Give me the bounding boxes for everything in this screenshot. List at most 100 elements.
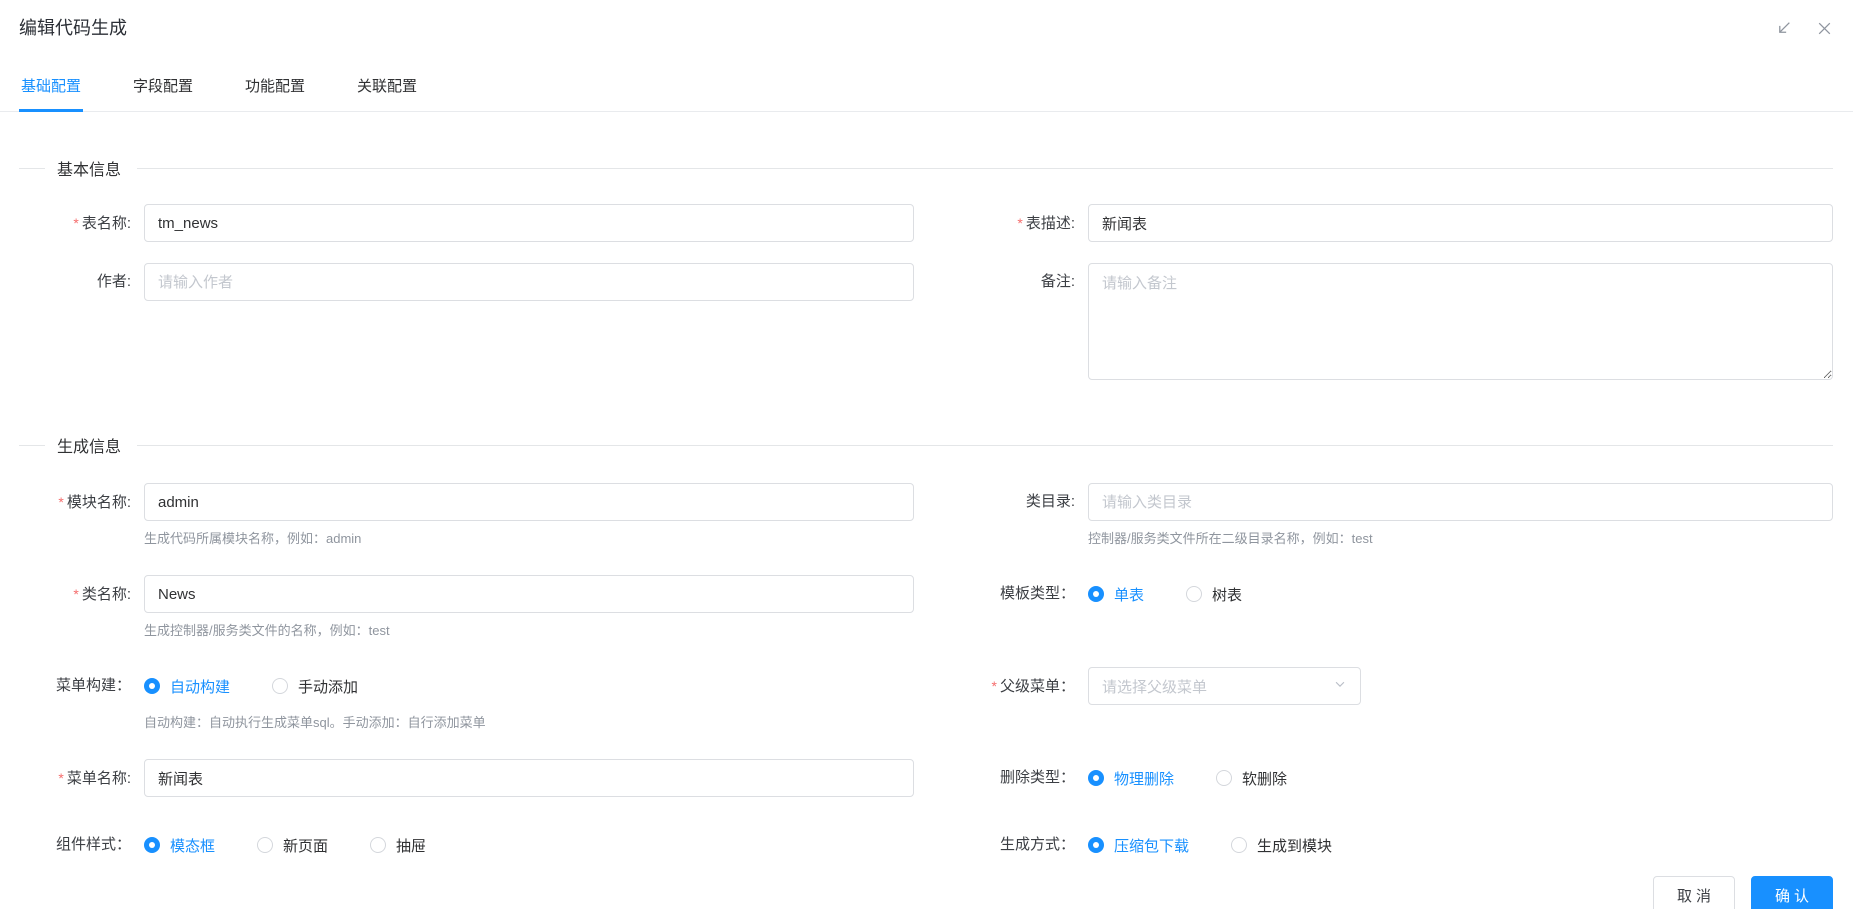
radio-dot-icon [272,678,289,694]
required-asterisk: * [1017,215,1023,231]
class-name-input[interactable] [144,575,914,613]
class-dir-label: 类目录: [1025,493,1075,510]
generate-mode-radio-group: 压缩包下载 生成到模块 [1088,826,1833,864]
field-component-style: 组件样式： 模态框 新页面 抽屉 [19,826,914,864]
field-table-name: * 表名称: [19,204,914,243]
remark-label: 备注: [1040,273,1075,290]
menu-name-label: * 菜单名称: [58,770,131,787]
close-button[interactable] [1816,20,1833,37]
delete-type-label: 删除类型： [999,769,1075,786]
menu-name-input[interactable] [144,759,914,797]
table-name-input[interactable] [144,204,914,242]
parent-menu-select[interactable]: 请选择父级菜单 [1088,667,1361,705]
field-class-name: *类名称: 生成控制器/服务类文件的名称，例如：test [19,575,914,639]
radio-dot-icon [1231,837,1248,853]
radio-generate-zip-download[interactable]: 压缩包下载 [1088,835,1189,856]
required-asterisk: * [991,678,997,694]
radio-menu-build-auto[interactable]: 自动构建 [144,676,230,697]
required-asterisk: * [58,494,64,510]
radio-generate-to-module[interactable]: 生成到模块 [1231,835,1332,856]
generate-info-grid: *模块名称: 生成代码所属模块名称，例如：admin 类目录: 控制器/服务类文… [19,483,1833,864]
tab-relation-config[interactable]: 关联配置 [355,62,419,111]
component-style-radio-group: 模态框 新页面 抽屉 [144,826,914,864]
generate-mode-label: 生成方式： [999,836,1075,853]
required-asterisk: * [58,770,64,786]
class-name-help: 生成控制器/服务类文件的名称，例如：test [144,623,390,638]
divider-line [137,167,1833,169]
section-title-basic-info: 基本信息 [57,162,122,179]
section-divider-generate-info: 生成信息 [19,433,1833,457]
field-delete-type: 删除类型： 物理删除 软删除 [938,759,1833,798]
author-input[interactable] [144,263,914,301]
section-divider-basic-info: 基本信息 [19,156,1833,180]
menu-build-radio-group: 自动构建 手动添加 [144,667,914,705]
menu-build-label: 菜单构建： [55,677,131,694]
field-remark: 备注: [938,263,1833,385]
radio-dot-icon [144,678,160,694]
template-type-label: 模板类型： [999,585,1075,602]
class-dir-help: 控制器/服务类文件所在二级目录名称，例如：test [1088,531,1373,546]
dialog-header-actions [1775,20,1833,37]
radio-dot-icon [144,837,160,853]
dialog-title: 编辑代码生成 [19,18,127,38]
module-name-help: 生成代码所属模块名称，例如：admin [144,531,362,546]
radio-menu-build-manual[interactable]: 手动添加 [272,676,358,697]
radio-dot-icon [257,837,274,853]
dialog-footer: 取消 确认 [0,864,1853,909]
radio-template-tree-table[interactable]: 树表 [1186,584,1242,605]
radio-delete-physical[interactable]: 物理删除 [1088,768,1174,789]
section-title-generate-info: 生成信息 [57,439,122,456]
radio-component-drawer[interactable]: 抽屉 [370,835,426,856]
divider-dash [19,444,45,446]
radio-dot-icon [1216,770,1233,786]
radio-component-modal[interactable]: 模态框 [144,835,215,856]
tab-basic-config[interactable]: 基础配置 [19,62,84,112]
required-asterisk: * [73,586,79,602]
tab-function-config[interactable]: 功能配置 [243,62,307,111]
field-class-dir: 类目录: 控制器/服务类文件所在二级目录名称，例如：test [938,483,1833,547]
field-menu-build: 菜单构建： 自动构建 手动添加 自动构建：自动执行生成菜单sql。手动添加：自行… [19,667,914,731]
required-asterisk: * [73,215,79,231]
remark-textarea[interactable] [1088,263,1833,380]
dialog-body: 基本信息 *表名称: *表描述: 作者: [0,156,1853,864]
field-table-desc: * 表描述: [938,204,1833,243]
field-generate-mode: 生成方式： 压缩包下载 生成到模块 [938,826,1833,864]
confirm-button[interactable]: 确认 [1750,876,1833,909]
module-name-label: * 模块名称: [58,494,131,511]
divider-line [137,444,1833,446]
class-dir-input[interactable] [1088,483,1833,521]
tab-field-config[interactable]: 字段配置 [131,62,195,111]
parent-menu-label: * 父级菜单： [991,678,1075,695]
module-name-input[interactable] [144,483,914,521]
radio-dot-icon [1186,586,1203,602]
chevron-down-icon [1333,677,1347,696]
template-type-radio-group: 单表 树表 [1088,575,1833,613]
field-module-name: *模块名称: 生成代码所属模块名称，例如：admin [19,483,914,547]
menu-build-help: 自动构建：自动执行生成菜单sql。手动添加：自行添加菜单 [144,715,486,730]
parent-menu-placeholder: 请选择父级菜单 [1102,678,1208,696]
table-name-label: * 表名称: [73,215,131,232]
radio-delete-soft[interactable]: 软删除 [1216,768,1287,789]
table-desc-input[interactable] [1088,204,1833,242]
field-parent-menu: * 父级菜单： 请选择父级菜单 [938,667,1833,731]
radio-dot-icon [1088,837,1104,853]
radio-dot-icon [1088,586,1104,602]
basic-info-grid: *表名称: *表描述: 作者: [19,204,1833,385]
radio-component-new-page[interactable]: 新页面 [257,835,328,856]
radio-dot-icon [1088,770,1104,786]
code-generation-dialog: 编辑代码生成 基础配置 字段配置 功能配置 关联配置 基本信息 * 表名称: t… [0,0,1853,909]
class-name-label: * 类名称: [73,586,131,603]
delete-type-radio-group: 物理删除 软删除 [1088,759,1833,797]
dialog-header: 编辑代码生成 [0,0,1853,40]
divider-dash [19,167,45,169]
close-icon [1816,22,1833,40]
config-tabs: 基础配置 字段配置 功能配置 关联配置 [0,62,1853,112]
collapse-button[interactable] [1775,20,1792,37]
radio-template-single-table[interactable]: 单表 [1088,584,1144,605]
author-label: 作者: [96,273,131,290]
collapse-arrow-icon [1775,22,1792,40]
radio-dot-icon [370,837,387,853]
cancel-button[interactable]: 取消 [1652,876,1735,909]
field-author: 作者: [19,263,914,385]
table-desc-label: * 表描述: [1017,215,1075,232]
